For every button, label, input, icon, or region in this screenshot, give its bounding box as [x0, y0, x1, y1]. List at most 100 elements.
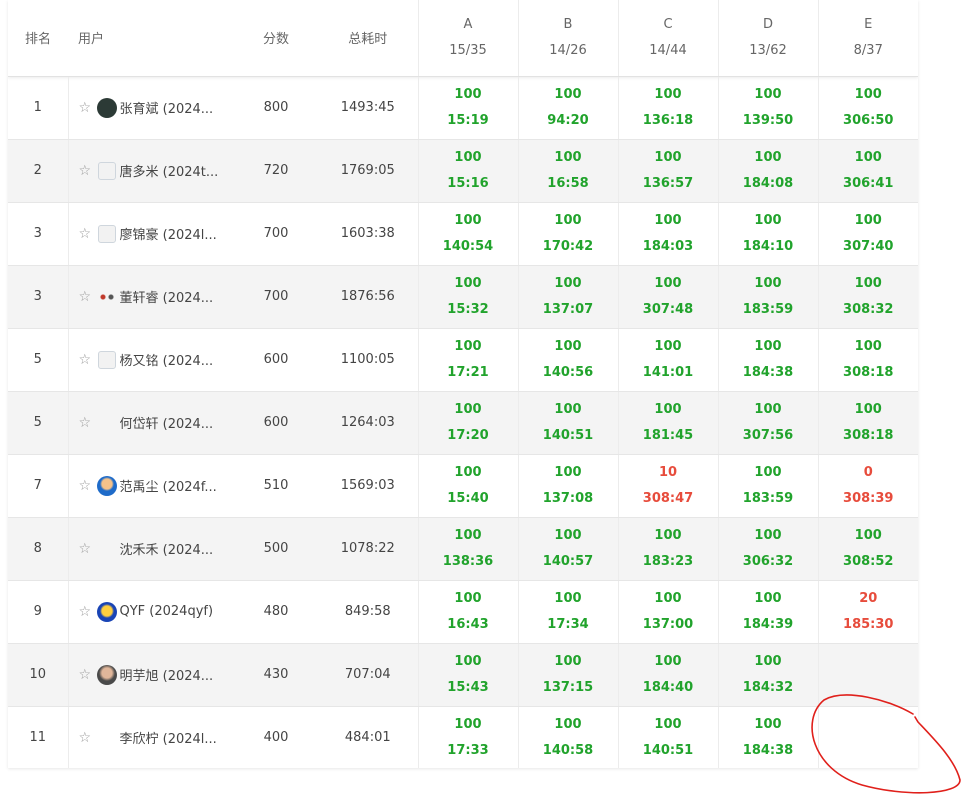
problem-a-cell[interactable]: 100 15:16	[417, 139, 518, 203]
star-icon[interactable]: ☆	[79, 163, 95, 179]
star-icon[interactable]: ☆	[79, 226, 95, 242]
problem-c-cell[interactable]: 100 181:45	[617, 391, 718, 455]
problem-e-cell[interactable]: 100 308:18	[817, 328, 918, 392]
problem-d-cell[interactable]: 100 306:32	[717, 517, 818, 581]
problem-e-cell[interactable]: 100 306:41	[817, 139, 918, 203]
username-link[interactable]: 明芋旭 (2024...	[120, 665, 214, 684]
problem-e-cell[interactable]: 100 306:50	[817, 76, 918, 140]
problem-a-cell[interactable]: 100 15:43	[417, 643, 518, 707]
problem-d-cell[interactable]: 100 139:50	[717, 76, 818, 140]
problem-d-cell[interactable]: 100 183:59	[717, 265, 818, 329]
user-cell[interactable]: ☆ 明芋旭 (2024...	[67, 643, 234, 707]
header-rank[interactable]: 排名	[8, 0, 68, 77]
star-icon[interactable]: ☆	[79, 667, 95, 683]
problem-a-cell[interactable]: 100 17:21	[417, 328, 518, 392]
star-icon[interactable]: ☆	[79, 415, 95, 431]
username-link[interactable]: 杨又铭 (2024...	[120, 350, 214, 369]
star-icon[interactable]: ☆	[79, 604, 95, 620]
problem-e-cell[interactable]: 100 307:40	[817, 202, 918, 266]
problem-a-cell[interactable]: 100 15:32	[417, 265, 518, 329]
problem-c-cell[interactable]: 100 137:00	[617, 580, 718, 644]
star-icon[interactable]: ☆	[79, 730, 95, 746]
username-link[interactable]: QYF (2024qyf)	[120, 604, 214, 619]
header-score[interactable]: 分数	[234, 0, 318, 77]
problem-c-cell[interactable]: 10 308:47	[617, 454, 718, 518]
user-cell[interactable]: ☆ 沈禾禾 (2024...	[67, 517, 234, 581]
problem-b-cell[interactable]: 100 170:42	[517, 202, 618, 266]
username-link[interactable]: 董轩睿 (2024...	[120, 287, 214, 306]
problem-b-cell[interactable]: 100 137:15	[517, 643, 618, 707]
star-icon[interactable]: ☆	[79, 289, 95, 305]
problem-b-cell[interactable]: 100 137:08	[517, 454, 618, 518]
problem-d-cell[interactable]: 100 307:56	[717, 391, 818, 455]
problem-e-cell[interactable]	[817, 706, 918, 768]
problem-b-cell[interactable]: 100 140:56	[517, 328, 618, 392]
problem-a-cell[interactable]: 100 17:20	[417, 391, 518, 455]
problem-a-cell[interactable]: 100 17:33	[417, 706, 518, 768]
problem-d-cell[interactable]: 100 184:32	[717, 643, 818, 707]
problem-b-cell[interactable]: 100 94:20	[517, 76, 618, 140]
star-icon[interactable]: ☆	[79, 478, 95, 494]
header-problem-b[interactable]: B 14/26	[517, 0, 618, 77]
username-link[interactable]: 张育斌 (2024...	[120, 98, 214, 117]
problem-c-cell[interactable]: 100 184:40	[617, 643, 718, 707]
problem-a-cell[interactable]: 100 138:36	[417, 517, 518, 581]
problem-c-cell[interactable]: 100 140:51	[617, 706, 718, 768]
table-row[interactable]: 2 ☆ 唐多米 (2024t... 720 1769:05 100 15:16 100 16:5…	[8, 139, 918, 203]
problem-d-cell[interactable]: 100 184:10	[717, 202, 818, 266]
problem-c-cell[interactable]: 100 184:03	[617, 202, 718, 266]
problem-d-cell[interactable]: 100 184:38	[717, 328, 818, 392]
user-cell[interactable]: ☆ 范禹尘 (2024f...	[67, 454, 234, 518]
username-link[interactable]: 李欣柠 (2024l...	[120, 728, 217, 747]
problem-d-cell[interactable]: 100 184:08	[717, 139, 818, 203]
user-cell[interactable]: ☆ 李欣柠 (2024l...	[67, 706, 234, 768]
user-cell[interactable]: ☆ 何岱轩 (2024...	[67, 391, 234, 455]
star-icon[interactable]: ☆	[79, 100, 95, 116]
table-row[interactable]: 10 ☆ 明芋旭 (2024... 430 707:04 100 15:43 100 137:1…	[8, 643, 918, 707]
problem-c-cell[interactable]: 100 136:18	[617, 76, 718, 140]
problem-b-cell[interactable]: 100 140:51	[517, 391, 618, 455]
username-link[interactable]: 唐多米 (2024t...	[120, 161, 219, 180]
problem-e-cell[interactable]: 20 185:30	[817, 580, 918, 644]
problem-b-cell[interactable]: 100 137:07	[517, 265, 618, 329]
problem-e-cell[interactable]: 100 308:32	[817, 265, 918, 329]
header-problem-d[interactable]: D 13/62	[717, 0, 818, 77]
problem-e-cell[interactable]: 0 308:39	[817, 454, 918, 518]
problem-b-cell[interactable]: 100 16:58	[517, 139, 618, 203]
problem-a-cell[interactable]: 100 16:43	[417, 580, 518, 644]
table-row[interactable]: 7 ☆ 范禹尘 (2024f... 510 1569:03 100 15:40 100 137:…	[8, 454, 918, 518]
username-link[interactable]: 沈禾禾 (2024...	[120, 539, 214, 558]
star-icon[interactable]: ☆	[79, 541, 95, 557]
table-row[interactable]: 3 ☆ 廖锦豪 (2024l... 700 1603:38 100 140:54 100 170…	[8, 202, 918, 266]
header-total-time[interactable]: 总耗时	[318, 0, 418, 77]
problem-e-cell[interactable]: 100 308:52	[817, 517, 918, 581]
header-problem-a[interactable]: A 15/35	[417, 0, 518, 77]
problem-c-cell[interactable]: 100 141:01	[617, 328, 718, 392]
problem-a-cell[interactable]: 100 140:54	[417, 202, 518, 266]
user-cell[interactable]: ☆ 董轩睿 (2024...	[67, 265, 234, 329]
problem-d-cell[interactable]: 100 184:38	[717, 706, 818, 768]
header-user[interactable]: 用户	[68, 0, 234, 77]
user-cell[interactable]: ☆ 唐多米 (2024t...	[67, 139, 234, 203]
problem-e-cell[interactable]: 100 308:18	[817, 391, 918, 455]
star-icon[interactable]: ☆	[79, 352, 95, 368]
user-cell[interactable]: ☆ QYF (2024qyf)	[67, 580, 234, 644]
table-row[interactable]: 5 ☆ 杨又铭 (2024... 600 1100:05 100 17:21 100 140:5…	[8, 328, 918, 392]
table-row[interactable]: 1 ☆ 张育斌 (2024... 800 1493:45 100 15:19 100 94:20…	[8, 76, 918, 140]
username-link[interactable]: 范禹尘 (2024f...	[120, 476, 217, 495]
problem-d-cell[interactable]: 100 183:59	[717, 454, 818, 518]
username-link[interactable]: 何岱轩 (2024...	[120, 413, 214, 432]
problem-b-cell[interactable]: 100 140:58	[517, 706, 618, 768]
table-row[interactable]: 8 ☆ 沈禾禾 (2024... 500 1078:22 100 138:36 100 140:…	[8, 517, 918, 581]
problem-c-cell[interactable]: 100 183:23	[617, 517, 718, 581]
problem-a-cell[interactable]: 100 15:19	[417, 76, 518, 140]
table-row[interactable]: 3 ☆ 董轩睿 (2024... 700 1876:56 100 15:32 100 137:0…	[8, 265, 918, 329]
table-row[interactable]: 11 ☆ 李欣柠 (2024l... 400 484:01 100 17:33 100 140:…	[8, 706, 918, 768]
problem-a-cell[interactable]: 100 15:40	[417, 454, 518, 518]
table-row[interactable]: 5 ☆ 何岱轩 (2024... 600 1264:03 100 17:20 100 140:5…	[8, 391, 918, 455]
table-row[interactable]: 9 ☆ QYF (2024qyf) 480 849:58 100 16:43 100 17:34…	[8, 580, 918, 644]
header-problem-e[interactable]: E 8/37	[817, 0, 918, 77]
header-problem-c[interactable]: C 14/44	[617, 0, 718, 77]
problem-e-cell[interactable]	[817, 643, 918, 707]
problem-c-cell[interactable]: 100 136:57	[617, 139, 718, 203]
